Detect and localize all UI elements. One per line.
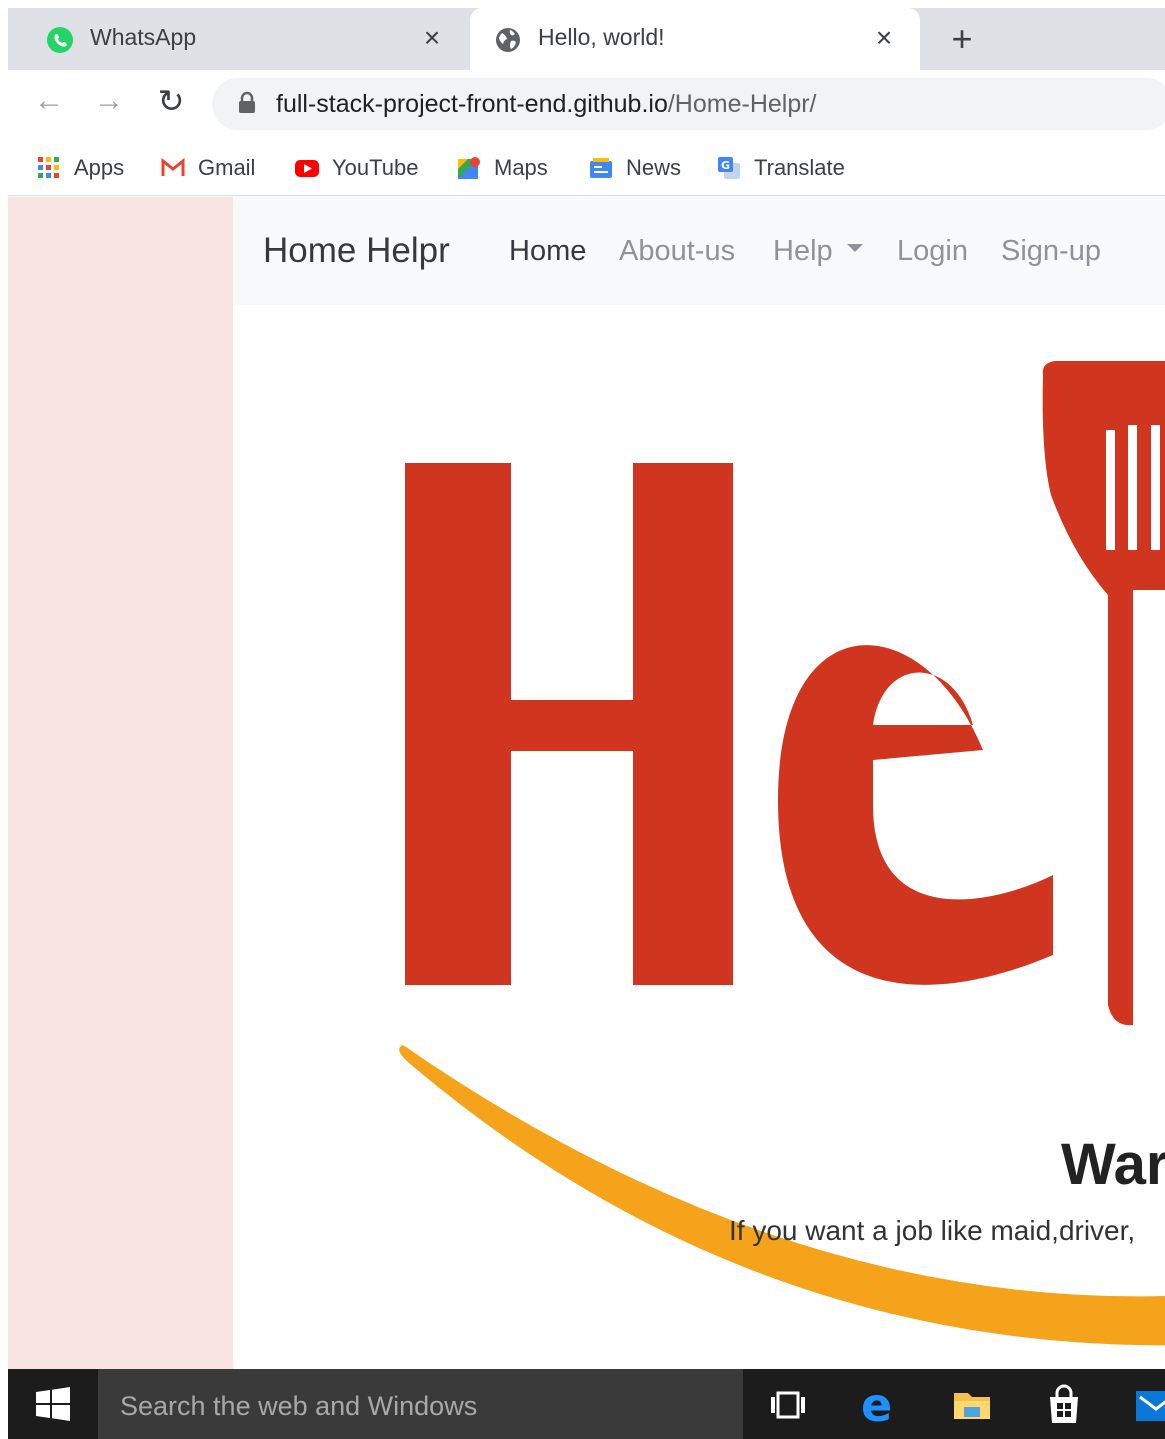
caret-down-icon [846, 244, 863, 253]
globe-icon [496, 28, 520, 52]
task-view-icon[interactable] [766, 1383, 810, 1427]
youtube-icon [295, 160, 319, 177]
taskbar-search-box[interactable]: Search the web and Windows [98, 1369, 743, 1439]
bookmark-gmail[interactable]: Gmail [160, 150, 255, 186]
reload-icon[interactable]: ↻ [152, 82, 190, 120]
bookmark-maps[interactable]: Maps [456, 150, 548, 186]
lock-icon [239, 91, 255, 113]
nav-link-login[interactable]: Login [897, 235, 968, 268]
mail-icon[interactable] [1132, 1383, 1165, 1427]
back-arrow-icon[interactable]: ← [30, 84, 68, 118]
nav-link-sign-up[interactable]: Sign-up [1001, 235, 1101, 268]
close-tab-icon[interactable]: × [868, 22, 900, 54]
screen: WhatsApp × Hello, world! × + ← → ↻ full-… [8, 8, 1165, 1439]
tab-strip: WhatsApp × Hello, world! × + [8, 8, 1165, 70]
browser-toolbar: ← → ↻ full-stack-project-front-end.githu… [8, 70, 1165, 140]
bookmark-label: Translate [754, 155, 845, 180]
tab-whatsapp[interactable]: WhatsApp × [8, 8, 468, 70]
new-tab-button[interactable]: + [944, 18, 980, 60]
whatsapp-icon [47, 27, 73, 53]
taskbar-search-placeholder: Search the web and Windows [120, 1391, 478, 1421]
bookmarks-bar: Apps Gmail YouTube Maps News G Translate [8, 140, 1165, 196]
url-host: full-stack-project-front-end.github.io [276, 90, 668, 118]
apps-grid-icon [38, 157, 59, 178]
edge-icon[interactable]: e [858, 1383, 902, 1427]
url-text: full-stack-project-front-end.github.io/H… [276, 90, 817, 119]
file-explorer-icon[interactable] [950, 1383, 994, 1427]
bookmark-label: Apps [74, 155, 125, 180]
url-path: /Home-Helpr/ [667, 90, 817, 118]
bookmark-translate[interactable]: G Translate [716, 150, 845, 186]
taskbar: Search the web and Windows e [8, 1369, 1165, 1439]
site-navbar: Home Helpr Home About-us Help Login Sign… [233, 197, 1165, 305]
helpr-logo-image [399, 361, 1165, 1346]
start-button[interactable] [8, 1369, 98, 1439]
bookmark-news[interactable]: News [588, 150, 681, 186]
translate-icon: G [718, 157, 740, 179]
tab-title: Hello, world! [538, 24, 665, 50]
news-icon [590, 158, 612, 178]
bookmark-apps[interactable]: Apps [36, 150, 124, 186]
bookmark-label: YouTube [332, 155, 419, 180]
web-page: Home Helpr Home About-us Help Login Sign… [8, 197, 1165, 1369]
bookmark-label: News [626, 155, 682, 180]
nav-dropdown-help[interactable]: Help [773, 235, 863, 268]
page-container: Home Helpr Home About-us Help Login Sign… [233, 197, 1165, 1369]
bookmark-label: Gmail [198, 155, 256, 180]
nav-link-about-us[interactable]: About-us [619, 235, 735, 268]
address-bar[interactable]: full-stack-project-front-end.github.io/H… [212, 78, 1165, 130]
tab-hello-world[interactable]: Hello, world! × [470, 8, 920, 70]
hero-subtext: If you want a job like maid,driver, [729, 1215, 1136, 1246]
bookmark-youtube[interactable]: YouTube [294, 150, 418, 186]
tab-title: WhatsApp [90, 24, 197, 50]
maps-icon [458, 157, 480, 179]
site-brand[interactable]: Home Helpr [263, 231, 450, 271]
bookmark-label: Maps [494, 155, 548, 180]
forward-arrow-icon[interactable]: → [90, 84, 128, 118]
nav-link-home[interactable]: Home [509, 235, 586, 268]
svg-text:e: e [861, 1383, 892, 1427]
store-icon[interactable] [1042, 1383, 1086, 1427]
svg-text:G: G [721, 159, 730, 172]
nav-link-help: Help [773, 235, 833, 267]
gmail-icon [161, 157, 185, 176]
hero-heading: War [1061, 1132, 1165, 1197]
close-tab-icon[interactable]: × [416, 22, 448, 54]
windows-logo-icon [36, 1387, 70, 1421]
